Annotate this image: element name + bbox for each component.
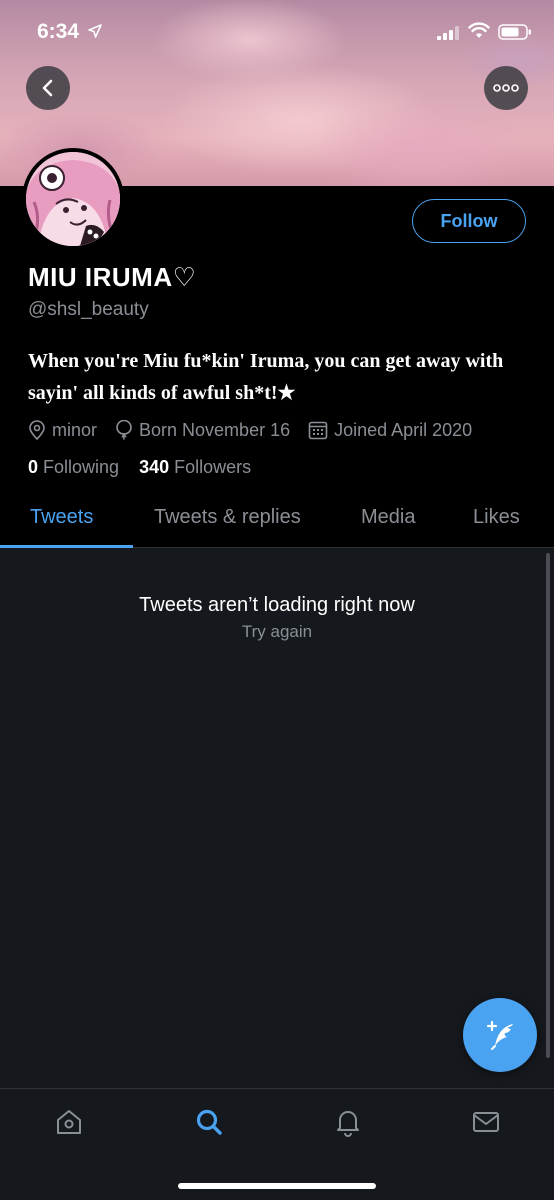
birthday-item: Born November 16 xyxy=(115,420,290,441)
feed-error-message: Tweets aren’t loading right now xyxy=(139,594,415,616)
avatar-image xyxy=(26,152,120,246)
profile-bio: When you're Miu fu*kin' Iruma, you can g… xyxy=(28,350,504,404)
compose-feather-icon xyxy=(486,1020,513,1050)
search-icon[interactable] xyxy=(194,1107,224,1137)
location-pin-icon xyxy=(29,420,45,440)
scrollbar[interactable] xyxy=(546,553,550,1058)
mail-icon[interactable] xyxy=(471,1107,501,1137)
home-icon[interactable] xyxy=(54,1107,84,1137)
followers-label: Followers xyxy=(174,457,252,477)
home-indicator[interactable] xyxy=(178,1183,376,1189)
more-dots-icon xyxy=(493,84,519,92)
more-options-button[interactable] xyxy=(484,66,528,110)
location-item: minor xyxy=(28,420,97,441)
bell-icon[interactable] xyxy=(333,1107,363,1137)
follow-button[interactable]: Follow xyxy=(412,199,526,243)
profile-handle: @shsl_beauty xyxy=(28,299,149,320)
balloon-icon xyxy=(116,420,132,440)
display-name: MIU IRUMA♡ xyxy=(28,262,197,292)
following-label: Following xyxy=(43,457,120,477)
tab-likes[interactable]: Likes xyxy=(473,506,520,529)
location-text: minor xyxy=(52,419,98,440)
birthday-text: Born November 16 xyxy=(139,419,291,440)
tab-tweets-replies[interactable]: Tweets & replies xyxy=(154,506,301,529)
joined-text: Joined April 2020 xyxy=(334,419,473,440)
compose-tweet-button[interactable] xyxy=(463,998,537,1072)
following-link[interactable]: 0 Following xyxy=(28,457,119,477)
try-again-link[interactable]: Try again xyxy=(0,622,554,642)
profile-tabs: Tweets Tweets & replies Media Likes xyxy=(0,492,554,548)
tab-tweets[interactable]: Tweets xyxy=(30,506,93,529)
follow-stats: 0 Following 340 Followers xyxy=(28,457,251,478)
wifi-icon xyxy=(468,22,490,38)
profile-meta: minor Born November 16 Joined April 2020 xyxy=(28,418,490,442)
battery-icon xyxy=(498,24,531,40)
location-arrow-icon xyxy=(88,24,102,38)
joined-item: Joined April 2020 xyxy=(308,420,472,441)
status-time: 6:34 xyxy=(37,20,80,43)
following-count: 0 xyxy=(28,457,39,477)
status-bar: 6:34 xyxy=(0,0,554,64)
chevron-left-icon xyxy=(42,79,53,97)
tab-media[interactable]: Media xyxy=(361,506,415,529)
active-tab-indicator xyxy=(0,545,133,548)
back-button[interactable] xyxy=(26,66,70,110)
cellular-signal-icon xyxy=(437,26,459,40)
followers-count: 340 xyxy=(139,457,170,477)
followers-link[interactable]: 340 Followers xyxy=(139,457,251,477)
calendar-icon xyxy=(308,421,328,440)
avatar[interactable] xyxy=(22,148,124,250)
